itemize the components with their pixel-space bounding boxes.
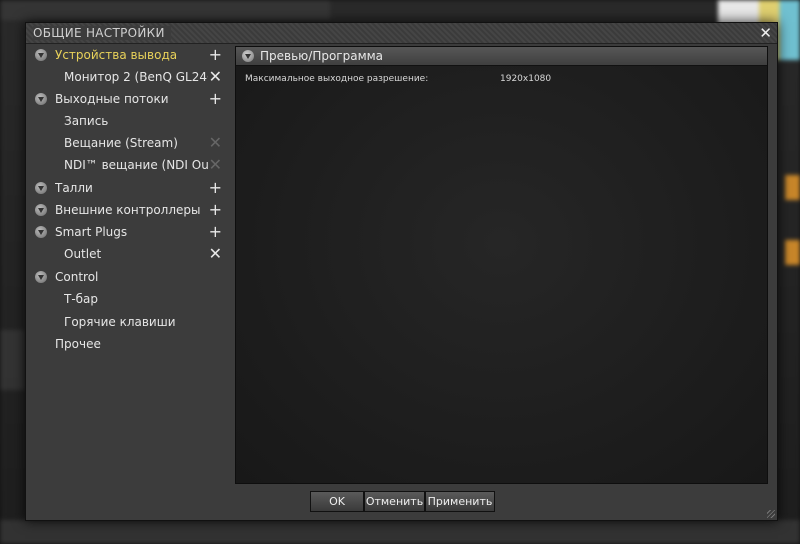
sidebar-item-outlet[interactable]: Outlet ✕ [26,243,232,265]
sidebar-item-hotkeys[interactable]: Горячие клавиши [26,311,232,333]
expand-triangle-icon[interactable] [35,226,47,238]
sidebar-item-label: Монитор 2 (BenQ GL2460) [64,70,208,84]
settings-panel: Превью/Программа Максимальное выходное р… [235,46,768,484]
setting-label: Максимальное выходное разрешение: [245,74,429,84]
sidebar-item-label: NDI™ вещание (NDI Out... [64,158,208,172]
ok-button[interactable]: OK [310,491,364,512]
expand-triangle-icon[interactable] [35,49,47,61]
dialog-title: ОБЩИЕ НАСТРОЙКИ [33,26,171,40]
sidebar-item-label: Внешние контроллеры [55,203,201,217]
add-icon[interactable]: + [209,89,222,108]
add-icon[interactable]: + [209,200,222,219]
bg-block [0,330,25,390]
apply-button[interactable]: Применить [425,491,495,512]
settings-sidebar: Устройства вывода + Монитор 2 (BenQ GL24… [26,44,232,484]
add-icon[interactable]: + [209,222,222,241]
remove-icon[interactable]: ✕ [209,244,222,263]
panel-title: Превью/Программа [260,49,384,63]
sidebar-item-control[interactable]: Control [26,266,232,288]
bg-block [0,520,800,544]
remove-icon[interactable]: ✕ [209,67,222,86]
sidebar-item-recording[interactable]: Запись [26,110,232,132]
setting-row-max-resolution: Максимальное выходное разрешение: 1920x1… [245,74,551,84]
bg-accent [785,175,800,200]
resize-grip[interactable] [767,510,775,518]
sidebar-item-label: Smart Plugs [55,225,128,239]
bg-block [0,0,330,20]
remove-icon: ✕ [208,155,222,174]
add-icon[interactable]: + [209,45,222,64]
close-icon[interactable]: ✕ [759,24,772,42]
sidebar-item-label: Прочее [55,337,101,351]
sidebar-item-tally[interactable]: Талли + [26,177,232,199]
sidebar-item-output-devices[interactable]: Устройства вывода + [26,44,232,66]
sidebar-item-other[interactable]: Прочее [26,333,232,355]
sidebar-item-stream[interactable]: Вещание (Stream) ✕ [26,132,232,154]
sidebar-item-t-bar[interactable]: Т-бар [26,288,232,310]
title-bar[interactable]: ОБЩИЕ НАСТРОЙКИ ✕ [26,23,777,44]
sidebar-item-label: Запись [64,114,109,128]
remove-icon: ✕ [208,133,222,152]
sidebar-item-label: Т-бар [64,292,99,306]
sidebar-item-label: Талли [55,181,93,195]
sidebar-item-label: Горячие клавиши [64,315,176,329]
expand-triangle-icon[interactable] [35,271,47,283]
sidebar-item-label: Control [55,270,99,284]
sidebar-item-label: Выходные потоки [55,92,169,106]
sidebar-item-external-controllers[interactable]: Внешние контроллеры + [26,199,232,221]
sidebar-item-label: Устройства вывода [55,48,178,62]
sidebar-item-output-streams[interactable]: Выходные потоки + [26,88,232,110]
sidebar-item-label: Outlet [64,247,102,261]
sidebar-item-ndi-out[interactable]: NDI™ вещание (NDI Out... ✕ [26,154,232,176]
expand-triangle-icon[interactable] [35,204,47,216]
panel-header[interactable]: Превью/Программа [236,47,767,66]
expand-triangle-icon[interactable] [35,93,47,105]
expand-triangle-icon[interactable] [35,182,47,194]
setting-value[interactable]: 1920x1080 [500,74,551,84]
cancel-button[interactable]: Отменить [364,491,425,512]
sidebar-item-monitor-2[interactable]: Монитор 2 (BenQ GL2460) ✕ [26,66,232,88]
sidebar-item-label: Вещание (Stream) [64,136,178,150]
bg-accent [785,240,800,265]
add-icon[interactable]: + [209,178,222,197]
collapse-triangle-icon[interactable] [242,50,254,62]
sidebar-item-smart-plugs[interactable]: Smart Plugs + [26,221,232,243]
settings-dialog: ОБЩИЕ НАСТРОЙКИ ✕ Устройства вывода + Мо… [25,22,778,521]
